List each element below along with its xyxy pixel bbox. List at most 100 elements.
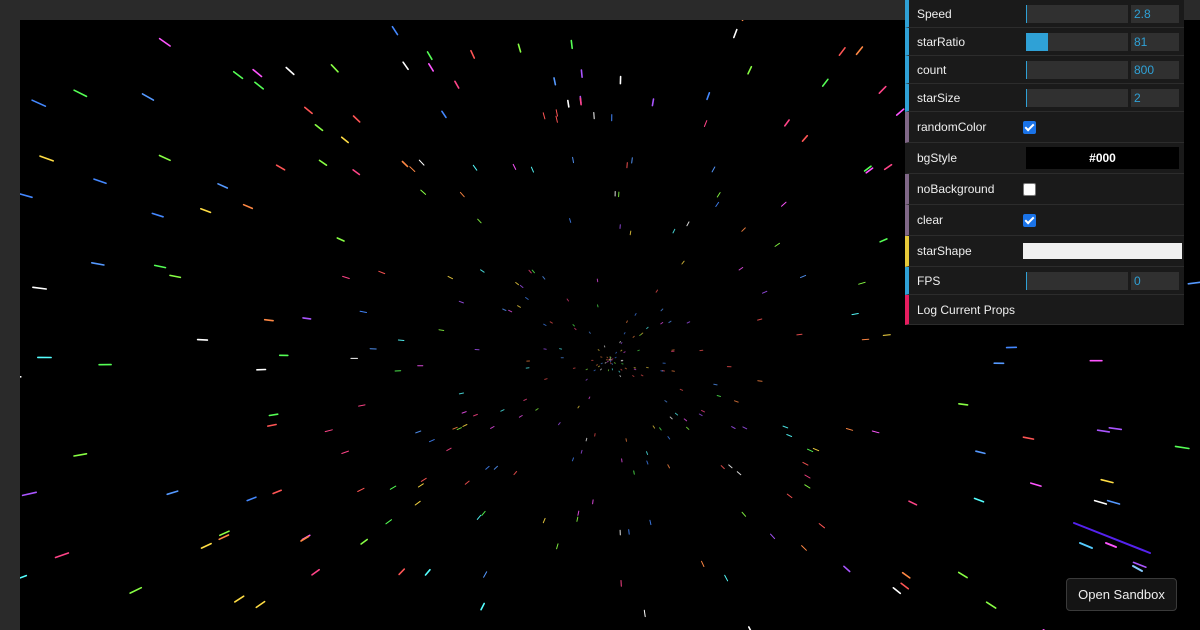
star-streak bbox=[861, 338, 870, 341]
star-streak bbox=[738, 267, 744, 271]
open-sandbox-button[interactable]: Open Sandbox bbox=[1066, 578, 1177, 611]
star-streak bbox=[985, 601, 997, 609]
star-streak bbox=[485, 465, 490, 470]
random-color-checkbox[interactable] bbox=[1023, 121, 1036, 134]
star-streak bbox=[341, 450, 349, 454]
count-slider[interactable] bbox=[1026, 61, 1128, 79]
star-streak bbox=[427, 62, 435, 72]
star-streak bbox=[883, 163, 893, 171]
star-streak bbox=[426, 51, 433, 61]
bg-style-control: bgStyle #000 bbox=[905, 143, 1184, 174]
star-streak bbox=[720, 465, 725, 470]
fps-slider[interactable] bbox=[1026, 272, 1128, 290]
speed-slider[interactable] bbox=[1026, 5, 1128, 23]
star-shape-input[interactable] bbox=[1023, 243, 1182, 259]
star-streak bbox=[556, 543, 559, 550]
star-streak bbox=[340, 136, 350, 144]
star-streak bbox=[631, 157, 633, 164]
star-ratio-input[interactable]: 81 bbox=[1131, 33, 1179, 51]
star-streak bbox=[732, 28, 738, 39]
star-size-input[interactable]: 2 bbox=[1131, 89, 1179, 107]
star-streak bbox=[655, 289, 659, 293]
star-streak bbox=[574, 327, 577, 331]
log-props-button[interactable]: Log Current Props bbox=[905, 295, 1184, 325]
star-streak bbox=[424, 568, 431, 576]
star-streak bbox=[398, 568, 406, 576]
star-streak bbox=[716, 192, 721, 198]
star-streak bbox=[800, 274, 807, 279]
star-streak bbox=[542, 276, 546, 280]
star-streak bbox=[500, 409, 505, 412]
star-streak bbox=[821, 78, 829, 87]
fps-control: FPS 0 bbox=[905, 267, 1184, 295]
star-streak bbox=[879, 238, 888, 243]
star-streak bbox=[420, 477, 427, 482]
star-streak bbox=[632, 335, 635, 338]
speed-control: Speed 2.8 bbox=[905, 0, 1184, 28]
star-streak bbox=[667, 436, 671, 440]
star-streak bbox=[701, 560, 705, 567]
star-streak bbox=[1073, 522, 1151, 554]
star-streak bbox=[620, 349, 623, 352]
star-streak bbox=[252, 68, 263, 78]
star-streak bbox=[268, 413, 279, 417]
star-streak bbox=[624, 367, 627, 370]
star-streak bbox=[515, 282, 519, 286]
star-streak bbox=[572, 324, 575, 327]
star-streak bbox=[359, 310, 367, 313]
star-streak bbox=[659, 427, 662, 431]
star-streak bbox=[652, 425, 656, 429]
star-streak bbox=[358, 404, 366, 407]
bg-style-color-input[interactable]: #000 bbox=[1026, 147, 1179, 169]
no-background-checkbox[interactable] bbox=[1023, 183, 1036, 196]
star-streak bbox=[597, 304, 599, 308]
star-streak bbox=[275, 164, 286, 171]
count-input[interactable]: 800 bbox=[1131, 61, 1179, 79]
star-streak bbox=[39, 155, 55, 162]
star-streak bbox=[1105, 542, 1117, 548]
star-streak bbox=[1093, 499, 1108, 505]
star-streak bbox=[672, 228, 676, 234]
star-streak bbox=[464, 480, 470, 485]
star-streak bbox=[734, 400, 739, 403]
star-streak bbox=[774, 242, 780, 247]
star-streak bbox=[566, 298, 569, 302]
star-streak bbox=[715, 201, 720, 207]
star-streak bbox=[801, 134, 809, 142]
star-streak bbox=[530, 166, 534, 173]
clear-checkbox[interactable] bbox=[1023, 214, 1036, 227]
star-streak bbox=[858, 281, 866, 285]
star-streak bbox=[409, 166, 416, 172]
star-streak bbox=[597, 349, 600, 351]
star-streak bbox=[255, 600, 266, 609]
star-streak bbox=[618, 370, 621, 373]
star-streak bbox=[490, 426, 495, 429]
star-streak bbox=[668, 320, 672, 324]
star-streak bbox=[200, 208, 212, 214]
controls-panel: Speed 2.8 starRatio 81 count 800 starSiz… bbox=[905, 0, 1184, 325]
star-streak bbox=[757, 380, 763, 382]
star-streak bbox=[838, 46, 846, 57]
star-streak bbox=[762, 290, 768, 294]
star-streak bbox=[553, 77, 557, 86]
star-streak bbox=[1079, 542, 1093, 549]
star-streak bbox=[742, 426, 748, 430]
fps-input[interactable]: 0 bbox=[1131, 272, 1179, 290]
star-streak bbox=[646, 451, 649, 455]
star-streak bbox=[196, 338, 209, 341]
star-streak bbox=[462, 424, 468, 427]
star-streak bbox=[531, 269, 535, 274]
speed-input[interactable]: 2.8 bbox=[1131, 5, 1179, 23]
star-streak bbox=[629, 230, 632, 236]
star-streak bbox=[20, 574, 28, 579]
star-size-slider[interactable] bbox=[1026, 89, 1128, 107]
star-streak bbox=[153, 264, 167, 269]
star-streak bbox=[517, 43, 522, 53]
star-streak bbox=[429, 439, 435, 443]
star-streak bbox=[632, 375, 635, 377]
count-control: count 800 bbox=[905, 56, 1184, 84]
star-streak bbox=[263, 318, 274, 322]
star-streak bbox=[623, 332, 626, 335]
star-ratio-slider[interactable] bbox=[1026, 33, 1128, 51]
star-streak bbox=[549, 321, 553, 324]
